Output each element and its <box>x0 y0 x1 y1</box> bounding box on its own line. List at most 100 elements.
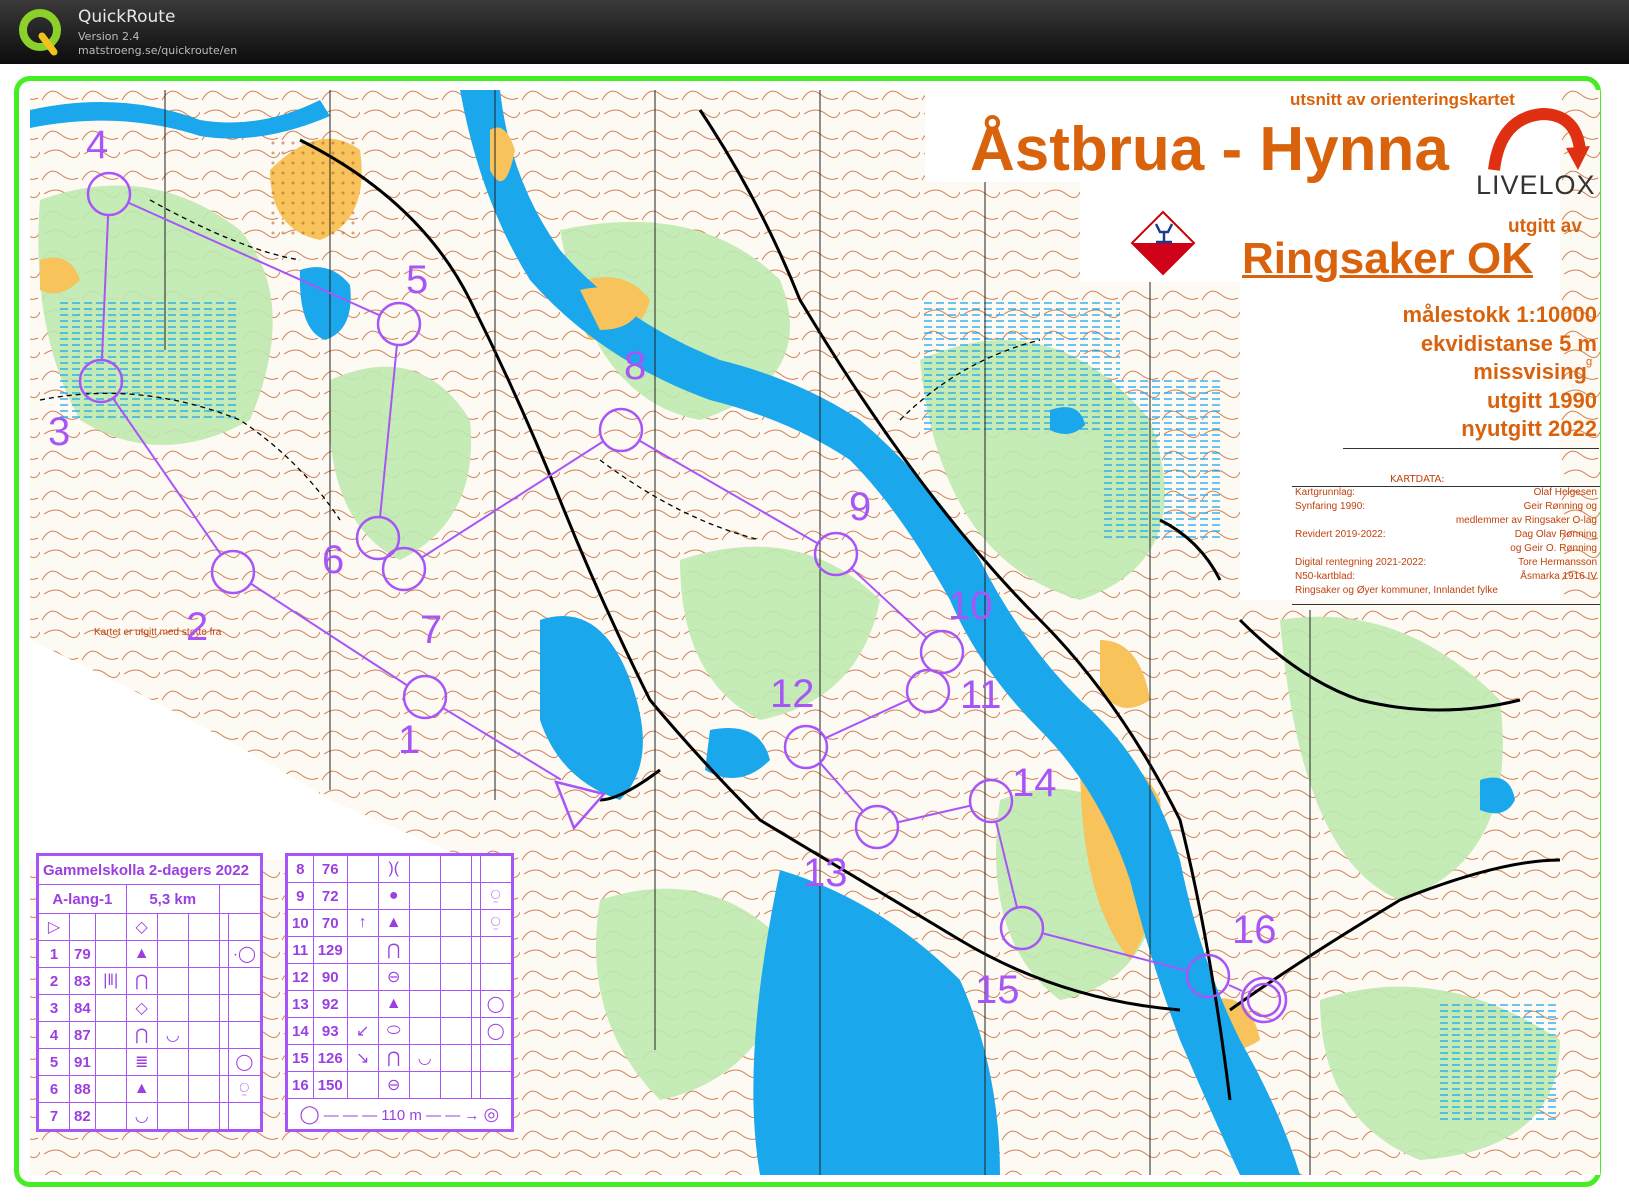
description-symbol <box>439 854 472 883</box>
description-row: 3 84 ◇ <box>37 994 262 1022</box>
control-code: 72 <box>312 882 348 910</box>
control-number-label: 15 <box>975 968 1020 1012</box>
event-name: Gammelskolla 2-dagers 2022 <box>37 854 262 885</box>
control-number: 16 <box>286 1071 314 1099</box>
map-title: Åstbrua - Hynna <box>970 115 1449 184</box>
blank-cell <box>156 913 189 941</box>
control-number: 3 <box>37 994 70 1022</box>
description-symbol <box>479 1071 513 1099</box>
description-symbol <box>94 1075 127 1103</box>
kartdata-value: og Geir O. Rønning <box>1510 543 1597 554</box>
kartdata-value: Dag Olav Rønning <box>1514 529 1597 540</box>
blank-cell <box>187 913 220 941</box>
kartdata-label: Synfaring 1990: <box>1295 501 1366 512</box>
description-symbol <box>187 994 220 1022</box>
description-symbol <box>439 936 472 964</box>
blank-cell <box>218 1021 229 1049</box>
description-symbol <box>227 994 262 1022</box>
blank-cell <box>218 940 229 968</box>
control-code: 129 <box>312 936 348 964</box>
control-number-label: 14 <box>1012 761 1057 805</box>
control-code: 79 <box>69 940 96 968</box>
description-symbol <box>346 854 379 883</box>
description-symbol: ⋂ <box>377 1044 410 1072</box>
description-symbol: )( <box>377 854 410 883</box>
description-symbol <box>187 1021 220 1049</box>
blank-cell <box>470 990 481 1018</box>
control-code: 82 <box>69 1102 96 1131</box>
description-symbol <box>94 1021 127 1049</box>
control-code: 70 <box>312 909 348 937</box>
app-name: QuickRoute <box>78 7 176 27</box>
description-symbol <box>479 963 513 991</box>
description-symbol <box>439 909 472 937</box>
kartdata-rule-bottom <box>1292 604 1600 605</box>
kartdata-label: Kartgrunnlag: <box>1295 487 1356 498</box>
description-symbol: ⊖ <box>377 963 410 991</box>
app-url[interactable]: matstroeng.se/quickroute/en <box>78 44 237 57</box>
description-symbol <box>94 1102 127 1131</box>
kartdata-value: Åsmarka 1916 IV <box>1520 571 1597 582</box>
control-code: 126 <box>312 1044 348 1072</box>
description-symbol <box>408 854 441 883</box>
description-symbol <box>408 990 441 1018</box>
description-symbol <box>94 1048 127 1076</box>
description-symbol <box>94 940 127 968</box>
description-symbol: ·◯ <box>227 940 262 968</box>
description-symbol <box>439 1044 472 1072</box>
kartdata-label: N50-kartblad: <box>1295 571 1356 582</box>
description-row: 8 76 )( <box>286 854 513 883</box>
description-row: 15 126 ↘ ⋂ ◡ <box>286 1044 513 1072</box>
declination-label: missvising <box>1473 359 1587 384</box>
control-number-label: 13 <box>803 851 848 895</box>
blank-cell <box>470 1017 481 1045</box>
description-row: 14 93 ↙ ⬭ ◯ <box>286 1017 513 1045</box>
control-number-label: 9 <box>849 485 872 529</box>
control-number: 15 <box>286 1044 314 1072</box>
description-symbol <box>156 967 189 995</box>
control-number-label: 1 <box>398 718 421 762</box>
contour-interval-text: ekvidistanse 5 m <box>1420 331 1597 356</box>
control-number: 8 <box>286 854 314 883</box>
description-symbol <box>156 1048 189 1076</box>
description-symbol <box>346 936 379 964</box>
app-version: Version 2.4 <box>78 30 140 43</box>
description-symbol <box>227 1021 262 1049</box>
description-symbol <box>439 1071 472 1099</box>
description-row: 6 88 ▲ ⍜ <box>37 1075 262 1103</box>
description-symbol: ▲ <box>125 1075 158 1103</box>
finish-arrow-icon: — — → <box>426 1106 480 1124</box>
control-number: 1 <box>37 940 70 968</box>
description-symbol <box>227 967 262 995</box>
control-number: 12 <box>286 963 314 991</box>
control-number: 4 <box>37 1021 70 1049</box>
info-divider <box>1343 448 1599 449</box>
control-number-label: 2 <box>186 605 209 649</box>
declination-superscript: g <box>1586 356 1593 368</box>
description-symbol <box>439 963 472 991</box>
description-symbol <box>187 967 220 995</box>
description-symbol <box>479 1044 513 1072</box>
description-symbol <box>94 994 127 1022</box>
control-description-left: Gammelskolla 2-dagers 2022 A-lang-1 5,3 k… <box>36 853 263 1132</box>
description-symbol: ⍜ <box>479 909 513 937</box>
description-symbol <box>187 940 220 968</box>
description-symbol: ⍜ <box>227 1075 262 1103</box>
control-number-label: 4 <box>86 123 109 167</box>
blank-cell <box>218 994 229 1022</box>
finish-distance: 110 m <box>381 1106 422 1124</box>
control-number-label: 16 <box>1232 908 1277 952</box>
control-number-label: 11 <box>960 673 1002 717</box>
control-code: 92 <box>312 990 348 1018</box>
kartdata-value: medlemmer av Ringsaker O-lag <box>1455 515 1597 526</box>
ringsaker-ok-logo-icon <box>1130 210 1196 276</box>
start-triangle-icon: ▷ <box>37 913 70 941</box>
control-code: 83 <box>69 967 96 995</box>
description-symbol <box>156 940 189 968</box>
description-symbol <box>479 854 513 883</box>
control-number-label: 5 <box>406 258 429 302</box>
kartdata-value: Tore Hermansson <box>1518 557 1597 568</box>
description-row: 7 82 ◡ <box>37 1102 262 1131</box>
control-code: 76 <box>312 854 348 883</box>
description-symbol: ≣ <box>125 1048 158 1076</box>
